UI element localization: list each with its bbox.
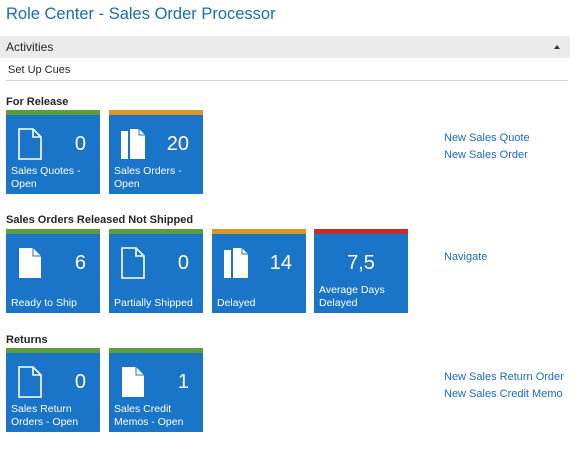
group-title-returns: Returns xyxy=(6,334,48,346)
activities-label: Activities xyxy=(6,40,54,54)
status-bar-green xyxy=(109,348,203,353)
tile-label: Sales Credit Memos - Open xyxy=(114,403,184,428)
tile-label: Average Days Delayed xyxy=(319,284,385,309)
tile-value: 7,5 xyxy=(347,252,375,274)
tile-value: 0 xyxy=(74,371,86,393)
document-icon xyxy=(18,128,42,160)
tile-value: 1 xyxy=(177,371,189,393)
new-sales-credit-memo-link[interactable]: New Sales Credit Memo xyxy=(444,388,563,400)
tile-average-days-delayed[interactable]: 7,5 Average Days Delayed xyxy=(314,229,408,313)
tile-sales-return-orders-open[interactable]: 0 Sales Return Orders - Open xyxy=(6,348,100,432)
group-title-released-not-shipped: Sales Orders Released Not Shipped xyxy=(6,214,194,226)
tile-value: 20 xyxy=(166,133,189,155)
status-bar-green xyxy=(109,229,203,234)
status-bar-orange xyxy=(212,229,306,234)
tile-partially-shipped[interactable]: 0 Partially Shipped xyxy=(109,229,203,313)
status-bar-orange xyxy=(109,110,203,115)
document-filled-icon xyxy=(122,367,144,397)
group-title-for-release: For Release xyxy=(6,96,69,108)
documents-stack-icon xyxy=(121,129,145,159)
status-bar-green xyxy=(6,110,100,115)
tile-label: Partially Shipped xyxy=(114,296,193,309)
tile-delayed[interactable]: 14 Delayed xyxy=(212,229,306,313)
tile-label: Delayed xyxy=(217,296,256,309)
tile-sales-quotes-open[interactable]: 0 Sales Quotes - Open xyxy=(6,110,100,194)
collapse-icon[interactable] xyxy=(554,45,560,49)
tile-value: 0 xyxy=(177,252,189,274)
set-up-cues-link[interactable]: Set Up Cues xyxy=(8,64,70,76)
document-icon xyxy=(121,247,145,279)
tile-label: Sales Quotes - Open xyxy=(11,165,81,190)
tile-ready-to-ship[interactable]: 6 Ready to Ship xyxy=(6,229,100,313)
status-bar-green xyxy=(6,348,100,353)
tile-label: Sales Return Orders - Open xyxy=(11,403,79,428)
tile-sales-credit-memos-open[interactable]: 1 Sales Credit Memos - Open xyxy=(109,348,203,432)
activities-header[interactable]: Activities xyxy=(0,36,570,58)
tile-sales-orders-open[interactable]: 20 Sales Orders - Open xyxy=(109,110,203,194)
tile-value: 14 xyxy=(269,252,292,274)
new-sales-order-link[interactable]: New Sales Order xyxy=(444,149,528,161)
new-sales-return-order-link[interactable]: New Sales Return Order xyxy=(444,371,564,383)
document-filled-icon xyxy=(19,248,41,278)
tile-label: Ready to Ship xyxy=(11,296,77,309)
document-icon xyxy=(18,366,42,398)
tile-label: Sales Orders - Open xyxy=(114,165,182,190)
divider xyxy=(6,80,568,81)
navigate-link[interactable]: Navigate xyxy=(444,251,487,263)
tile-value: 6 xyxy=(74,252,86,274)
tile-value: 0 xyxy=(74,133,86,155)
status-bar-red xyxy=(314,229,408,234)
status-bar-green xyxy=(6,229,100,234)
documents-stack-icon xyxy=(224,248,248,278)
new-sales-quote-link[interactable]: New Sales Quote xyxy=(444,132,530,144)
page-title: Role Center - Sales Order Processor xyxy=(6,5,276,23)
